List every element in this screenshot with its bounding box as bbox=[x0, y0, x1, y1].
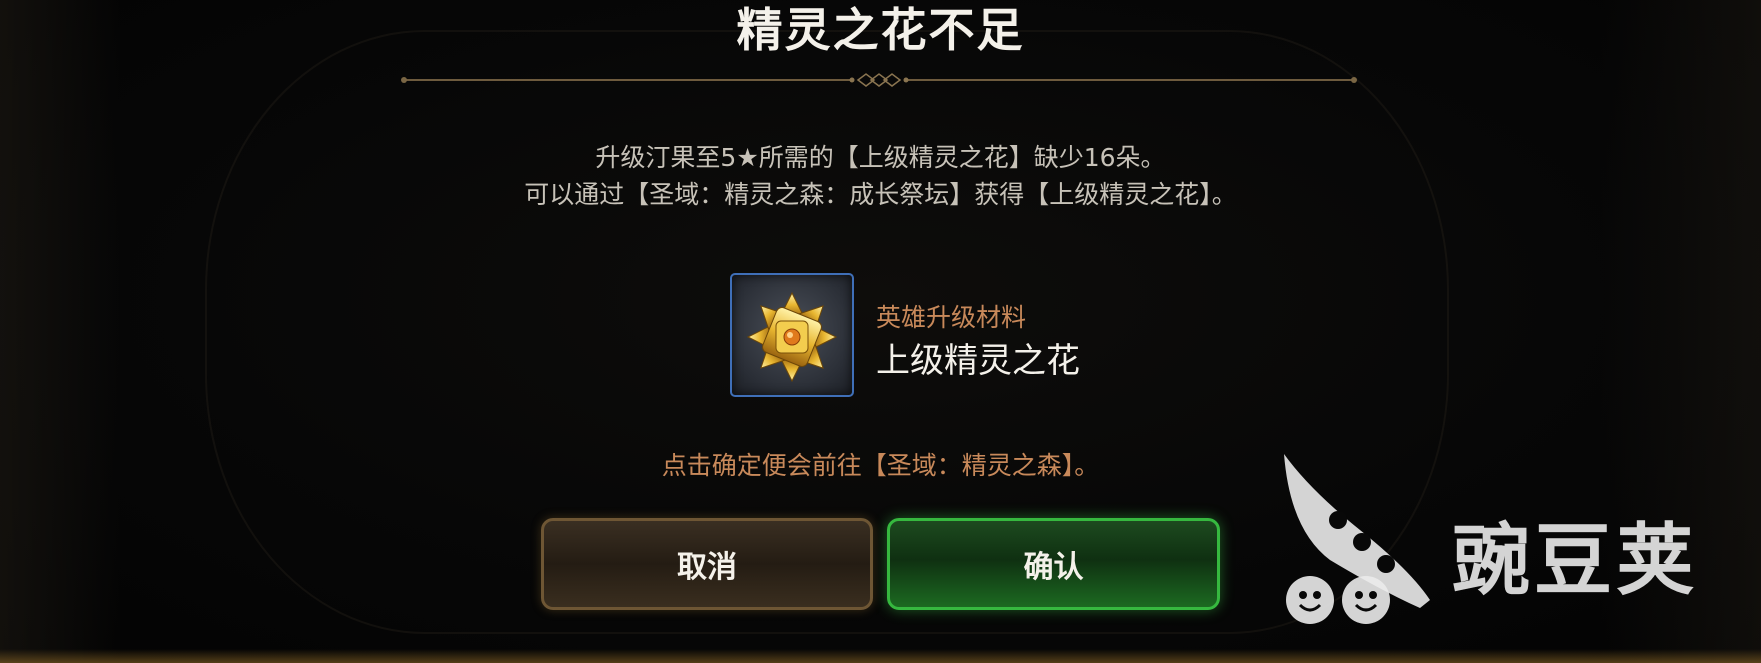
game-screen: 精灵之花不足 升级汀果至5★所需的【上级精灵之花】缺少16朵。 可以通过【圣域：… bbox=[0, 0, 1761, 663]
item-icon-frame bbox=[730, 273, 854, 397]
dialog-title: 精灵之花不足 bbox=[736, 3, 1025, 57]
dialog-message-line-1: 升级汀果至5★所需的【上级精灵之花】缺少16朵。 bbox=[595, 143, 1166, 172]
background-bottom-glow bbox=[0, 649, 1761, 663]
confirm-button-label: 确认 bbox=[1023, 550, 1084, 585]
item-category: 英雄升级材料 bbox=[876, 303, 1027, 332]
item-name: 上级精灵之花 bbox=[876, 341, 1080, 381]
watermark-text: 豌豆荚 bbox=[1452, 516, 1699, 606]
confirm-button[interactable]: 确认 bbox=[887, 518, 1220, 610]
cancel-button-label: 取消 bbox=[677, 550, 737, 585]
title-divider bbox=[401, 73, 1357, 87]
golden-flower-icon bbox=[746, 291, 838, 383]
background-left-panel bbox=[0, 0, 120, 663]
cancel-button[interactable]: 取消 bbox=[541, 518, 873, 610]
dialog-message-line-2: 可以通过【圣域：精灵之森：成长祭坛】获得【上级精灵之花】。 bbox=[524, 180, 1237, 209]
